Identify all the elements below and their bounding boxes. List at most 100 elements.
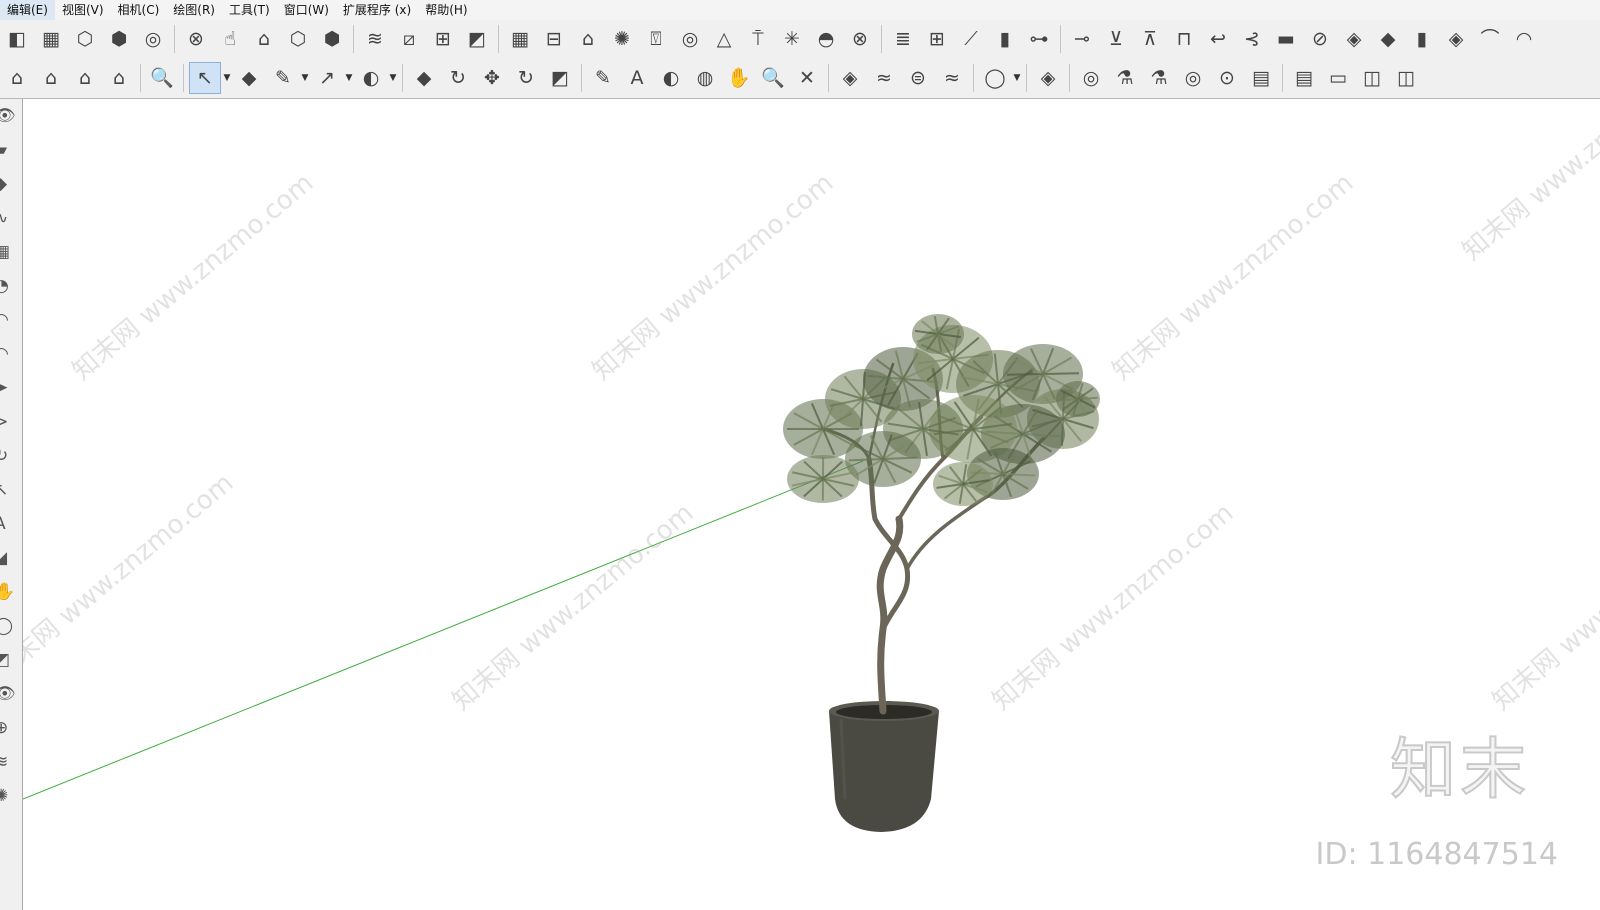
toolbar2-tool-icon-18[interactable]: ◍ [689, 62, 721, 94]
left-tool-icon-8[interactable]: ➤ [0, 371, 22, 405]
toolbar1-tool-icon-39[interactable]: ◆ [1372, 23, 1404, 55]
toolbar1-tool-icon-5[interactable]: ⊗ [180, 23, 212, 55]
dropdown-arrow-icon[interactable]: ▼ [1012, 73, 1022, 83]
toolbar1-tool-icon-23[interactable]: ◓ [810, 23, 842, 55]
toolbar1-tool-icon-32[interactable]: ⊼ [1134, 23, 1166, 55]
left-tool-icon-7[interactable]: ◠ [0, 337, 22, 371]
toolbar1-tool-icon-10[interactable]: ≋ [359, 23, 391, 55]
dropdown-arrow-icon[interactable]: ▼ [300, 73, 310, 83]
toolbar1-tool-icon-26[interactable]: ⊞ [921, 23, 953, 55]
toolbar2-tool-icon-23[interactable]: ≈ [868, 62, 900, 94]
toolbar2-tool-icon-14[interactable]: ◩ [544, 62, 576, 94]
left-tool-icon-4[interactable]: ▦ [0, 235, 22, 269]
toolbar2-tool-icon-37[interactable]: ◫ [1390, 62, 1422, 94]
left-tool-icon-3[interactable]: ∿ [0, 201, 22, 235]
menu-item-7[interactable]: 帮助(H) [418, 0, 474, 20]
dropdown-arrow-icon[interactable]: ▼ [388, 73, 398, 83]
menu-item-4[interactable]: 工具(T) [222, 0, 277, 20]
toolbar1-tool-icon-36[interactable]: ▬ [1270, 23, 1302, 55]
toolbar1-tool-icon-41[interactable]: ◈ [1440, 23, 1472, 55]
toolbar2-tool-icon-12[interactable]: ✥ [476, 62, 508, 94]
toolbar1-tool-icon-0[interactable]: ◧ [1, 23, 33, 55]
toolbar1-tool-icon-25[interactable]: ≣ [887, 23, 919, 55]
toolbar1-tool-icon-12[interactable]: ⊞ [427, 23, 459, 55]
toolbar2-tool-icon-31[interactable]: ◎ [1177, 62, 1209, 94]
left-tool-icon-12[interactable]: A [0, 507, 22, 541]
menu-item-2[interactable]: 相机(C) [111, 0, 167, 20]
toolbar2-tool-icon-35[interactable]: ▭ [1322, 62, 1354, 94]
toolbar1-tool-icon-40[interactable]: ▮ [1406, 23, 1438, 55]
toolbar1-tool-icon-34[interactable]: ↩ [1202, 23, 1234, 55]
toolbar1-tool-icon-27[interactable]: ⟋ [955, 23, 987, 55]
toolbar2-tool-icon-0[interactable]: ⌂ [1, 62, 33, 94]
toolbar1-tool-icon-4[interactable]: ◎ [137, 23, 169, 55]
toolbar2-tool-icon-32[interactable]: ⊙ [1211, 62, 1243, 94]
left-tool-icon-9[interactable]: ⊳ [0, 405, 22, 439]
left-tool-icon-17[interactable]: 👁 [0, 677, 22, 711]
toolbar1-tool-icon-38[interactable]: ◈ [1338, 23, 1370, 55]
toolbar2-tool-icon-13[interactable]: ↻ [510, 62, 542, 94]
toolbar1-tool-icon-43[interactable]: ◠ [1508, 23, 1540, 55]
toolbar2-tool-icon-22[interactable]: ◈ [834, 62, 866, 94]
modeling-viewport[interactable]: 知末网 www.znzmo.com 知末网 www.znzmo.com 知末网 ww… [23, 99, 1600, 910]
toolbar2-tool-icon-10[interactable]: ◆ [408, 62, 440, 94]
toolbar2-tool-icon-5[interactable]: ↖ [189, 62, 221, 94]
toolbar2-tool-icon-19[interactable]: ✋ [723, 62, 755, 94]
toolbar1-tool-icon-6[interactable]: ☝ [214, 23, 246, 55]
left-tool-icon-20[interactable]: ✺ [0, 779, 22, 813]
toolbar2-tool-icon-6[interactable]: ◆ [233, 62, 265, 94]
toolbar2-tool-icon-3[interactable]: ⌂ [103, 62, 135, 94]
toolbar1-tool-icon-42[interactable]: ⌒ [1474, 23, 1506, 55]
left-tool-icon-14[interactable]: ✋ [0, 575, 22, 609]
left-tool-icon-19[interactable]: ≋ [0, 745, 22, 779]
toolbar1-tool-icon-11[interactable]: ⧄ [393, 23, 425, 55]
toolbar2-tool-icon-20[interactable]: 🔍 [757, 62, 789, 94]
dropdown-arrow-icon[interactable]: ▼ [344, 73, 354, 83]
toolbar1-tool-icon-14[interactable]: ▦ [504, 23, 536, 55]
toolbar2-tool-icon-1[interactable]: ⌂ [35, 62, 67, 94]
toolbar1-tool-icon-1[interactable]: ▦ [35, 23, 67, 55]
menu-item-0[interactable]: 编辑(E) [0, 0, 55, 20]
toolbar1-tool-icon-21[interactable]: ⍑ [742, 23, 774, 55]
left-tool-icon-1[interactable]: ▰ [0, 133, 22, 167]
toolbar1-tool-icon-17[interactable]: ✺ [606, 23, 638, 55]
toolbar1-tool-icon-24[interactable]: ⊗ [844, 23, 876, 55]
toolbar2-tool-icon-11[interactable]: ↻ [442, 62, 474, 94]
toolbar1-tool-icon-7[interactable]: ⌂ [248, 23, 280, 55]
toolbar1-tool-icon-8[interactable]: ⬡ [282, 23, 314, 55]
toolbar1-tool-icon-3[interactable]: ⬢ [103, 23, 135, 55]
menu-item-5[interactable]: 窗口(W) [277, 0, 336, 20]
toolbar1-tool-icon-37[interactable]: ⊘ [1304, 23, 1336, 55]
toolbar1-tool-icon-9[interactable]: ⬢ [316, 23, 348, 55]
toolbar2-tool-icon-36[interactable]: ◫ [1356, 62, 1388, 94]
toolbar2-tool-icon-17[interactable]: ◐ [655, 62, 687, 94]
toolbar2-tool-icon-30[interactable]: ⚗ [1143, 62, 1175, 94]
toolbar2-tool-icon-27[interactable]: ◈ [1032, 62, 1064, 94]
toolbar1-tool-icon-18[interactable]: ⍔ [640, 23, 672, 55]
toolbar1-tool-icon-30[interactable]: ⊸ [1066, 23, 1098, 55]
toolbar2-tool-icon-33[interactable]: ▤ [1245, 62, 1277, 94]
toolbar2-tool-icon-34[interactable]: ▤ [1288, 62, 1320, 94]
toolbar1-tool-icon-33[interactable]: ⊓ [1168, 23, 1200, 55]
toolbar2-tool-icon-28[interactable]: ◎ [1075, 62, 1107, 94]
toolbar2-tool-icon-29[interactable]: ⚗ [1109, 62, 1141, 94]
left-tool-icon-0[interactable]: 👁 [0, 99, 22, 133]
toolbar2-tool-icon-15[interactable]: ✎ [587, 62, 619, 94]
toolbar1-tool-icon-15[interactable]: ⊟ [538, 23, 570, 55]
toolbar2-tool-icon-24[interactable]: ⊜ [902, 62, 934, 94]
menu-item-1[interactable]: 视图(V) [55, 0, 111, 20]
toolbar1-tool-icon-20[interactable]: △ [708, 23, 740, 55]
toolbar2-tool-icon-4[interactable]: 🔍 [146, 62, 178, 94]
left-tool-icon-2[interactable]: ◆ [0, 167, 22, 201]
toolbar1-tool-icon-16[interactable]: ⌂ [572, 23, 604, 55]
toolbar1-tool-icon-13[interactable]: ◩ [461, 23, 493, 55]
left-tool-icon-11[interactable]: ↖ [0, 473, 22, 507]
left-tool-icon-15[interactable]: ◯ [0, 609, 22, 643]
toolbar1-tool-icon-28[interactable]: ▮ [989, 23, 1021, 55]
toolbar2-tool-icon-25[interactable]: ≈ [936, 62, 968, 94]
dropdown-arrow-icon[interactable]: ▼ [222, 73, 232, 83]
left-tool-icon-16[interactable]: ◩ [0, 643, 22, 677]
toolbar2-tool-icon-16[interactable]: A [621, 62, 653, 94]
toolbar1-tool-icon-31[interactable]: ⊻ [1100, 23, 1132, 55]
left-tool-icon-13[interactable]: ◢ [0, 541, 22, 575]
